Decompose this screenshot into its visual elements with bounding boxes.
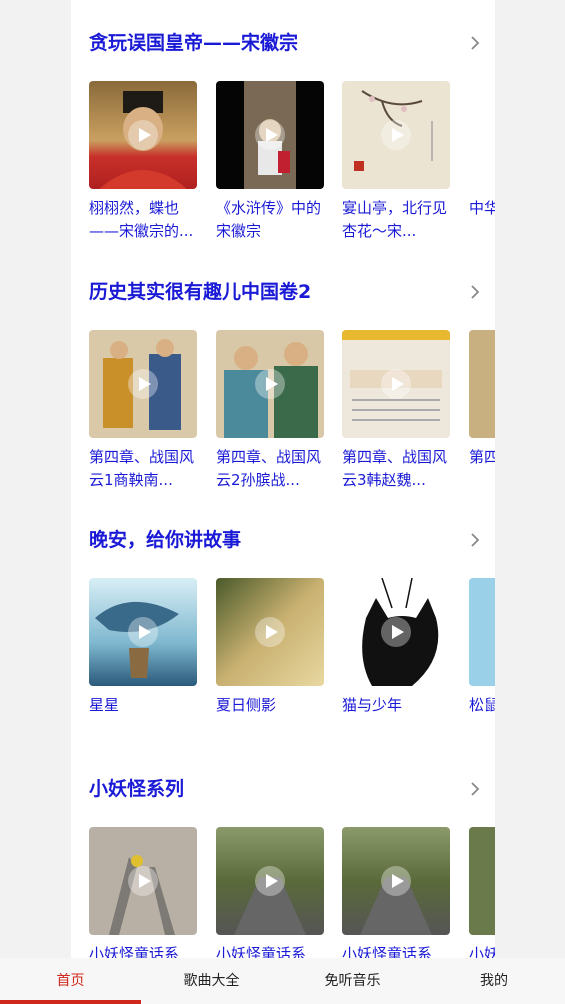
play-icon[interactable]: [381, 369, 411, 399]
tab-free-music[interactable]: 免听音乐: [282, 958, 423, 1004]
play-icon[interactable]: [128, 369, 158, 399]
album-cover[interactable]: [469, 330, 495, 438]
card-title[interactable]: 小妖: [469, 943, 495, 958]
bottom-tab-bar: 首页 歌曲大全 免听音乐 我的: [0, 958, 565, 1004]
card-list: 栩栩然，蝶也——宋徽宗的... 《水浒传》中的宋徽宗 宴山亭，北行见杏花～宋..…: [89, 81, 495, 261]
play-icon[interactable]: [128, 866, 158, 896]
card-title[interactable]: 第四章、战国风云2孙膑战...: [216, 446, 326, 492]
card-title[interactable]: 星星: [89, 694, 199, 717]
card-title[interactable]: 中华年一: [469, 197, 495, 220]
play-icon[interactable]: [381, 617, 411, 647]
album-cover[interactable]: [89, 578, 197, 686]
chevron-right-icon[interactable]: [467, 532, 483, 548]
card-list: 星星 夏日侧影 猫与少年 松鼠: [89, 578, 495, 758]
card-title[interactable]: 小妖怪童话系: [89, 943, 199, 958]
play-icon[interactable]: [128, 617, 158, 647]
card-title[interactable]: 栩栩然，蝶也——宋徽宗的...: [89, 197, 199, 243]
section-title[interactable]: 贪玩误国皇帝——宋徽宗: [89, 30, 298, 56]
card-title[interactable]: 松鼠: [469, 694, 495, 717]
chevron-right-icon[interactable]: [467, 284, 483, 300]
album-cover[interactable]: [216, 827, 324, 935]
play-icon[interactable]: [255, 369, 285, 399]
album-cover[interactable]: [89, 81, 197, 189]
play-icon[interactable]: [381, 120, 411, 150]
card-title[interactable]: 宴山亭，北行见杏花～宋...: [342, 197, 452, 243]
album-cover[interactable]: [342, 578, 450, 686]
album-cover[interactable]: [216, 81, 324, 189]
card-list: 第四章、战国风云1商鞅南... 第四章、战国风云2孙膑战... 第四章、战国风云…: [89, 330, 495, 510]
album-cover[interactable]: [216, 330, 324, 438]
card-title[interactable]: 第四风云: [469, 446, 495, 469]
album-cover[interactable]: [342, 81, 450, 189]
play-icon[interactable]: [255, 120, 285, 150]
tab-songs[interactable]: 歌曲大全: [141, 958, 282, 1004]
section-title[interactable]: 晚安，给你讲故事: [89, 527, 241, 553]
main-content: 贪玩误国皇帝——宋徽宗 栩栩然，蝶也——宋徽宗的... 《水浒传》中的宋徽宗 宴…: [71, 0, 495, 958]
chevron-right-icon[interactable]: [467, 35, 483, 51]
album-cover[interactable]: [469, 578, 495, 686]
album-cover[interactable]: [342, 330, 450, 438]
card-title[interactable]: 小妖怪童话系: [216, 943, 326, 958]
album-cover[interactable]: [469, 81, 495, 189]
play-icon[interactable]: [255, 866, 285, 896]
card-title[interactable]: 《水浒传》中的宋徽宗: [216, 197, 326, 243]
card-title[interactable]: 夏日侧影: [216, 694, 326, 717]
card-title[interactable]: 第四章、战国风云1商鞅南...: [89, 446, 199, 492]
album-cover[interactable]: [469, 827, 495, 935]
album-cover[interactable]: [89, 827, 197, 935]
card-title[interactable]: 小妖怪童话系: [342, 943, 452, 958]
album-cover[interactable]: [89, 330, 197, 438]
section-title[interactable]: 历史其实很有趣儿中国卷2: [89, 279, 311, 305]
section-title[interactable]: 小妖怪系列: [89, 776, 184, 802]
tab-home[interactable]: 首页: [0, 958, 141, 1004]
card-title[interactable]: 猫与少年: [342, 694, 452, 717]
card-title[interactable]: 第四章、战国风云3韩赵魏...: [342, 446, 452, 492]
album-cover[interactable]: [216, 578, 324, 686]
card-list: 小妖怪童话系 小妖怪童话系 小妖怪童话系 小: [89, 827, 495, 958]
play-icon[interactable]: [128, 120, 158, 150]
play-icon[interactable]: [381, 866, 411, 896]
tab-mine[interactable]: 我的: [423, 958, 565, 1004]
play-icon[interactable]: [255, 617, 285, 647]
chevron-right-icon[interactable]: [467, 781, 483, 797]
album-cover[interactable]: [342, 827, 450, 935]
active-tab-indicator: [0, 1000, 141, 1004]
